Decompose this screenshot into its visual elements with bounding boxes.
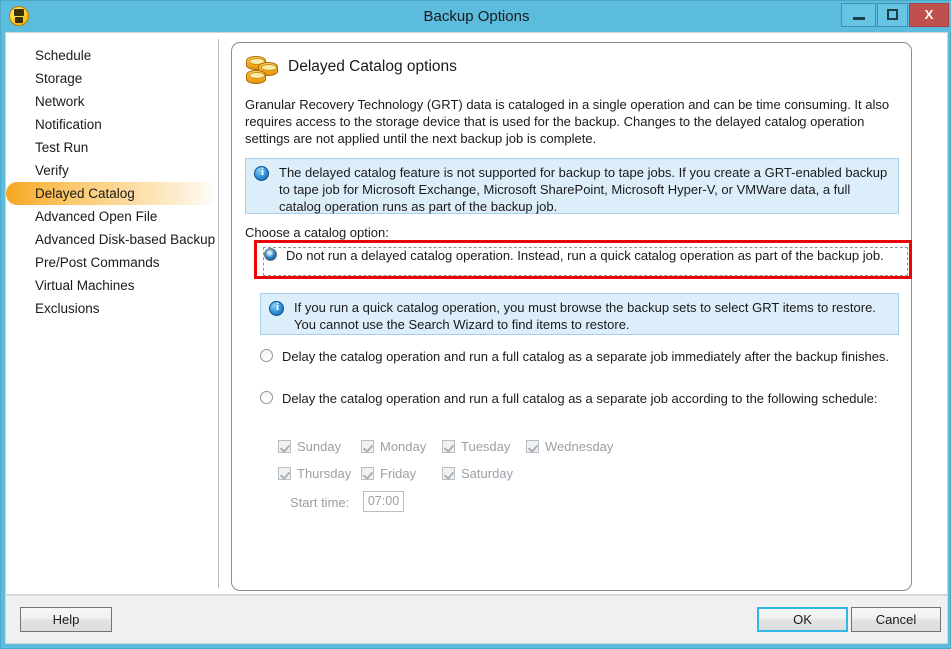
checkbox-label: Thursday — [297, 466, 352, 481]
sidebar-item-network[interactable]: Network — [6, 90, 217, 113]
delayed-catalog-panel: Delayed Catalog options Granular Recover… — [231, 42, 912, 591]
disk-stack-icon — [246, 55, 280, 87]
panel-intro-text: Granular Recovery Technology (GRT) data … — [245, 97, 890, 146]
title-bar: Backup Options X — [1, 1, 951, 32]
help-button[interactable]: Help — [20, 607, 112, 632]
sidebar-item-exclusions[interactable]: Exclusions — [6, 297, 217, 320]
info-box-text: If you run a quick catalog operation, yo… — [294, 300, 876, 332]
dialog-client-area: Schedule Storage Network Notification Test R… — [5, 32, 948, 595]
info-icon — [269, 301, 285, 316]
choose-catalog-option-label: Choose a catalog option: — [245, 225, 389, 240]
panel-title: Delayed Catalog options — [288, 58, 457, 75]
backup-options-window: Backup Options X Schedule Storage Network N… — [0, 0, 951, 649]
minimize-icon — [852, 17, 865, 21]
sidebar-item-pre-post-commands[interactable]: Pre/Post Commands — [6, 251, 217, 274]
dialog-footer: Help OK Cancel — [5, 595, 948, 644]
checkbox-label: Monday — [380, 439, 427, 454]
start-time-label: Start time: — [290, 495, 350, 510]
checkmark-icon — [361, 440, 374, 453]
sidebar-divider — [218, 39, 219, 588]
sidebar-item-advanced-open-file[interactable]: Advanced Open File — [6, 205, 217, 228]
close-button[interactable]: X — [909, 3, 949, 27]
checkmark-icon — [442, 440, 455, 453]
radio-icon[interactable] — [260, 349, 273, 362]
checkbox-label: Saturday — [461, 466, 514, 481]
options-sidebar: Schedule Storage Network Notification Test R… — [6, 33, 218, 594]
checkbox-label: Friday — [380, 466, 417, 481]
sidebar-item-storage[interactable]: Storage — [6, 67, 217, 90]
info-box-tape-jobs: The delayed catalog feature is not suppo… — [245, 158, 899, 214]
radio-icon-selected[interactable] — [264, 248, 277, 261]
checkmark-icon — [442, 467, 455, 480]
sidebar-item-notification[interactable]: Notification — [6, 113, 217, 136]
checkmark-icon — [278, 467, 291, 480]
info-icon — [254, 166, 270, 181]
radio-icon[interactable] — [260, 391, 273, 404]
minimize-button[interactable] — [841, 3, 876, 27]
checkbox-label: Sunday — [297, 439, 342, 454]
sidebar-nav-list: Schedule Storage Network Notification Test R… — [6, 44, 217, 320]
window-title: Backup Options — [423, 8, 530, 25]
info-box-text: The delayed catalog feature is not suppo… — [279, 165, 888, 214]
maximize-button[interactable] — [877, 3, 908, 27]
radio-option-label: Do not run a delayed catalog operation. … — [286, 248, 884, 263]
sidebar-item-advanced-disk-based-backup[interactable]: Advanced Disk-based Backup — [6, 228, 217, 251]
checkmark-icon — [526, 440, 539, 453]
sidebar-item-schedule[interactable]: Schedule — [6, 44, 217, 67]
checkbox-label: Tuesday — [461, 439, 511, 454]
cancel-button[interactable]: Cancel — [851, 607, 941, 632]
checkmark-icon — [361, 467, 374, 480]
radio-option-label: Delay the catalog operation and run a fu… — [282, 391, 878, 406]
sidebar-item-verify[interactable]: Verify — [6, 159, 217, 182]
radio-option-label: Delay the catalog operation and run a fu… — [282, 349, 890, 364]
sidebar-item-virtual-machines[interactable]: Virtual Machines — [6, 274, 217, 297]
sidebar-item-delayed-catalog[interactable]: Delayed Catalog — [6, 182, 217, 205]
start-time-input[interactable]: 07:00 — [363, 491, 404, 512]
checkbox-label: Wednesday — [545, 439, 614, 454]
sidebar-item-test-run[interactable]: Test Run — [6, 136, 217, 159]
info-box-quick-catalog: If you run a quick catalog operation, yo… — [260, 293, 899, 335]
ok-button[interactable]: OK — [757, 607, 848, 632]
checkmark-icon — [278, 440, 291, 453]
maximize-icon — [887, 9, 898, 21]
